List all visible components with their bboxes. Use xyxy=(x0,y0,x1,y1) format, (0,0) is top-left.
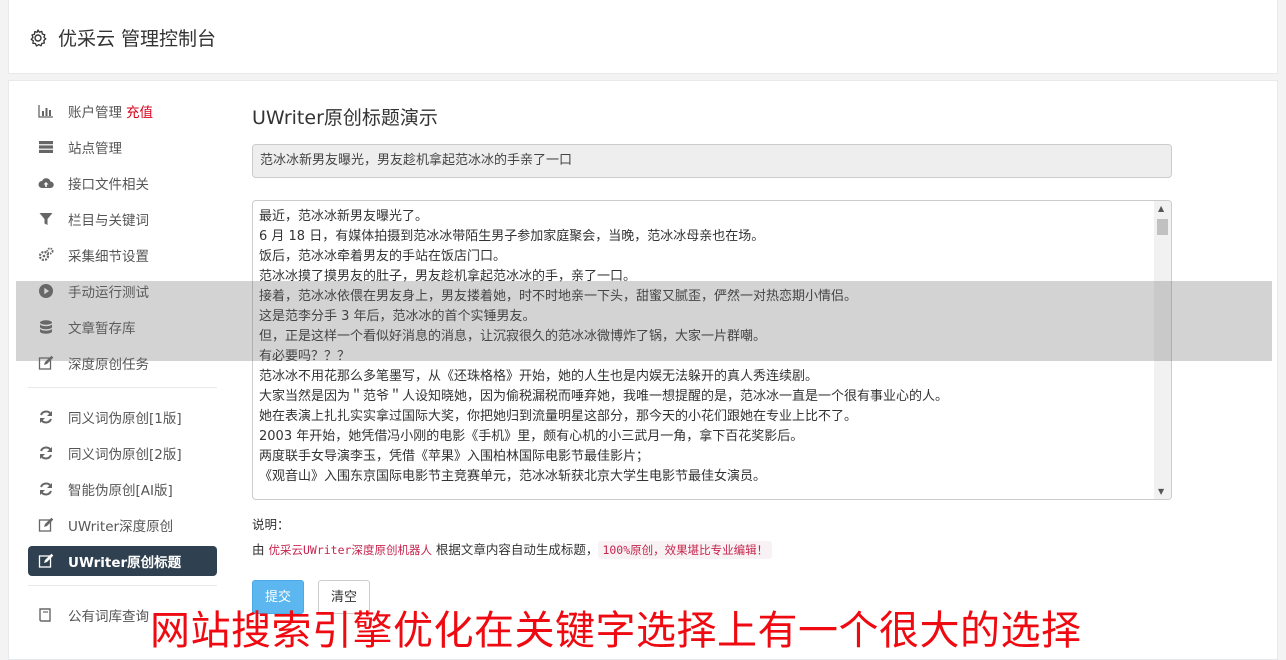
article-line: 饭后，范冰冰牵着男友的手站在饭店门口。 xyxy=(259,249,507,264)
article-line: 最近，范冰冰新男友曝光了。 xyxy=(259,209,429,224)
sidebar-divider xyxy=(28,585,217,586)
refresh-icon xyxy=(38,409,54,425)
sidebar-item-label: UWriter深度原创 xyxy=(68,519,174,535)
sidebar-item-collection-settings[interactable]: 采集细节设置 xyxy=(28,240,217,270)
sidebar-item-label: 栏目与关键词 xyxy=(68,213,149,229)
sidebar-item-label: 智能伪原创[AI版] xyxy=(68,483,173,499)
gears-icon xyxy=(38,247,54,263)
refresh-icon xyxy=(38,481,54,497)
sidebar-item-uwriter-deep[interactable]: UWriter深度原创 xyxy=(28,510,217,540)
gear-icon xyxy=(30,28,47,47)
recharge-link[interactable]: 充值 xyxy=(126,101,153,121)
uwriter-robot-link[interactable]: 优采云UWriter深度原创机器人 xyxy=(268,543,431,557)
original-badge: 100%原创，效果堪比专业编辑！ xyxy=(598,541,773,559)
sidebar-item-columns-keywords[interactable]: 栏目与关键词 xyxy=(28,204,217,234)
article-line: 范冰冰不用花那么多笔墨写，从《还珠格格》开始，她的人生也是内娱无法躲开的真人秀连… xyxy=(259,369,819,384)
article-line: 两度联手女导演李玉，凭借《苹果》入围柏林国际电影节最佳影片； xyxy=(259,449,650,464)
note-text: 由 优采云UWriter深度原创机器人 根据文章内容自动生成标题， 100%原创，… xyxy=(252,539,1172,559)
page-title: UWriter原创标题演示 xyxy=(252,107,438,129)
sidebar-item-api-files[interactable]: 接口文件相关 xyxy=(28,168,217,198)
cloud-upload-icon xyxy=(38,175,54,191)
sidebar-item-label: 站点管理 xyxy=(68,141,122,157)
sidebar: 账户管理 充值 站点管理 接口文件相关 栏目与关键词 采集细节设置 手动运行测试… xyxy=(28,96,217,636)
sidebar-divider xyxy=(28,387,217,388)
sidebar-item-label: UWriter原创标题 xyxy=(68,555,182,571)
scroll-up-arrow-icon[interactable]: ▲ xyxy=(1158,204,1164,213)
app-brand: 优采云 管理控制台 xyxy=(28,24,216,51)
edit-icon xyxy=(38,553,54,569)
sidebar-item-label: 接口文件相关 xyxy=(68,177,149,193)
article-line: 《观音山》入围东京国际电影节主竞赛单元，范冰冰斩获北京大学生电影节最佳女演员。 xyxy=(259,469,767,484)
sidebar-item-sites[interactable]: 站点管理 xyxy=(28,132,217,162)
sidebar-item-synonym-v1[interactable]: 同义词伪原创[1版] xyxy=(28,402,217,432)
refresh-icon xyxy=(38,445,54,461)
bar-chart-icon xyxy=(38,103,54,119)
article-line: 她在表演上扎扎实实拿过国际大奖，你把她归到流量明星这部分，那今天的小花们跟她在专… xyxy=(259,409,858,424)
sidebar-item-label: 公有词库查询 xyxy=(68,609,149,625)
app-title: 优采云 管理控制台 xyxy=(58,28,217,50)
note-label: 说明： xyxy=(252,517,290,532)
sidebar-item-label: 同义词伪原创[2版] xyxy=(68,447,182,463)
generated-title-field[interactable]: 范冰冰新男友曝光，男友趁机拿起范冰冰的手亲了一口 xyxy=(252,144,1172,178)
book-icon xyxy=(38,607,54,623)
sidebar-item-ai-rewrite[interactable]: 智能伪原创[AI版] xyxy=(28,474,217,504)
sidebar-item-label: 采集细节设置 xyxy=(68,249,149,265)
filter-icon xyxy=(38,211,54,227)
article-line: 大家当然是因为＂范爷＂人设知晓她，因为偷税漏税而唾弃她，我唯一想提醒的是，范冰冰… xyxy=(259,389,949,404)
scroll-down-arrow-icon[interactable]: ▼ xyxy=(1158,487,1164,496)
watermark-caption: 网站搜索引擎优化在关键字选择上有一个很大的选择 xyxy=(150,608,1082,654)
sidebar-item-uwriter-title[interactable]: UWriter原创标题 xyxy=(28,546,217,576)
sidebar-item-synonym-v2[interactable]: 同义词伪原创[2版] xyxy=(28,438,217,468)
sidebar-item-label: 同义词伪原创[1版] xyxy=(68,411,182,427)
note-middle: 根据文章内容自动生成标题， xyxy=(431,542,599,557)
article-line: 6 月 18 日，有媒体拍摄到范冰冰带陌生男子参加家庭聚会，当晚，范冰冰母亲也在… xyxy=(259,229,765,244)
scrollbar-thumb[interactable] xyxy=(1157,219,1168,235)
sidebar-item-label: 账户管理 xyxy=(68,105,122,121)
article-line: 2003 年开始，她凭借冯小刚的电影《手机》里，颇有心机的小三武月一角，拿下百花… xyxy=(259,429,804,444)
note-prefix: 由 xyxy=(252,542,269,557)
edit-icon xyxy=(38,517,54,533)
overlay-band xyxy=(16,281,1272,361)
server-icon xyxy=(38,139,54,155)
sidebar-item-account[interactable]: 账户管理 充值 xyxy=(28,96,217,126)
